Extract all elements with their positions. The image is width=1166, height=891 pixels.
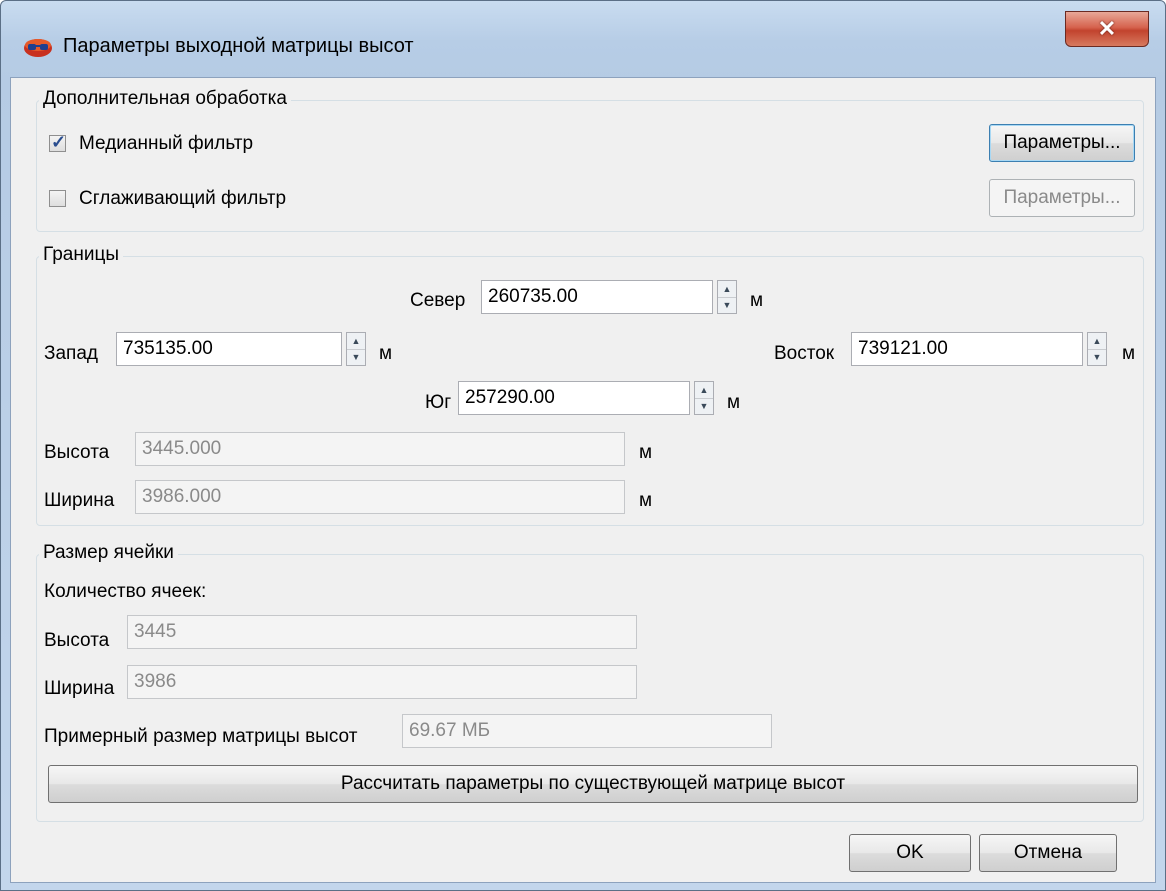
west-input[interactable]: 735135.00 bbox=[116, 332, 342, 366]
dialog-window: Параметры выходной матрицы высот ✕ Допол… bbox=[0, 0, 1166, 891]
cell-size-group-title: Размер ячейки bbox=[39, 542, 178, 564]
extent-width-unit: м bbox=[639, 490, 653, 511]
spin-down-icon[interactable]: ▼ bbox=[1088, 349, 1106, 365]
processing-group bbox=[36, 100, 1144, 232]
east-label: Восток bbox=[774, 343, 835, 364]
east-input[interactable]: 739121.00 bbox=[851, 332, 1083, 366]
close-icon: ✕ bbox=[1097, 16, 1117, 41]
calculate-from-existing-button[interactable]: Рассчитать параметры по существующей мат… bbox=[48, 765, 1138, 803]
spin-up-icon[interactable]: ▲ bbox=[347, 333, 365, 350]
south-unit: м bbox=[727, 392, 741, 413]
spin-down-icon[interactable]: ▼ bbox=[347, 349, 365, 365]
east-unit: м bbox=[1122, 343, 1136, 364]
smoothing-params-button: Параметры... bbox=[989, 179, 1135, 217]
cell-height-field: 3445 bbox=[127, 615, 637, 649]
app-icon bbox=[24, 39, 52, 57]
approx-size-field: 69.67 МБ bbox=[402, 714, 772, 748]
title-bar[interactable]: Параметры выходной матрицы высот ✕ bbox=[1, 1, 1165, 81]
extent-height-field: 3445.000 bbox=[135, 432, 625, 466]
cell-width-field: 3986 bbox=[127, 665, 637, 699]
dialog-body: Дополнительная обработка ✓ Медианный фил… bbox=[10, 77, 1156, 883]
south-label: Юг bbox=[425, 392, 452, 413]
spin-up-icon[interactable]: ▲ bbox=[718, 281, 736, 298]
west-spinner[interactable]: ▲ ▼ bbox=[346, 332, 366, 366]
north-label: Север bbox=[410, 290, 466, 311]
close-button[interactable]: ✕ bbox=[1065, 11, 1149, 47]
approx-size-label: Примерный размер матрицы высот bbox=[44, 726, 358, 747]
south-input[interactable]: 257290.00 bbox=[458, 381, 690, 415]
checkmark-icon: ✓ bbox=[50, 132, 67, 152]
north-input[interactable]: 260735.00 bbox=[481, 280, 713, 314]
window-title: Параметры выходной матрицы высот bbox=[63, 35, 414, 57]
cell-width-label: Ширина bbox=[44, 678, 115, 699]
bounds-group-title: Границы bbox=[39, 244, 123, 266]
median-filter-checkbox[interactable]: ✓ bbox=[49, 132, 67, 152]
ok-button[interactable]: OK bbox=[849, 834, 971, 872]
east-spinner[interactable]: ▲ ▼ bbox=[1087, 332, 1107, 366]
spin-up-icon[interactable]: ▲ bbox=[1088, 333, 1106, 350]
south-spinner[interactable]: ▲ ▼ bbox=[694, 381, 714, 415]
median-filter-label[interactable]: Медианный фильтр bbox=[79, 133, 253, 155]
smoothing-filter-checkbox[interactable] bbox=[49, 190, 66, 207]
median-params-button[interactable]: Параметры... bbox=[989, 124, 1135, 162]
smoothing-filter-label[interactable]: Сглаживающий фильтр bbox=[79, 188, 286, 210]
spin-down-icon[interactable]: ▼ bbox=[695, 398, 713, 414]
extent-height-label: Высота bbox=[44, 442, 110, 463]
cell-height-label: Высота bbox=[44, 630, 110, 651]
spin-down-icon[interactable]: ▼ bbox=[718, 297, 736, 313]
cancel-button[interactable]: Отмена bbox=[979, 834, 1117, 872]
cell-count-label: Количество ячеек: bbox=[44, 581, 207, 602]
extent-width-field: 3986.000 bbox=[135, 480, 625, 514]
north-unit: м bbox=[750, 290, 764, 311]
spin-up-icon[interactable]: ▲ bbox=[695, 382, 713, 399]
processing-group-title: Дополнительная обработка bbox=[39, 88, 291, 110]
north-spinner[interactable]: ▲ ▼ bbox=[717, 280, 737, 314]
west-label: Запад bbox=[44, 343, 98, 364]
west-unit: м bbox=[379, 343, 393, 364]
extent-height-unit: м bbox=[639, 442, 653, 463]
extent-width-label: Ширина bbox=[44, 490, 115, 511]
